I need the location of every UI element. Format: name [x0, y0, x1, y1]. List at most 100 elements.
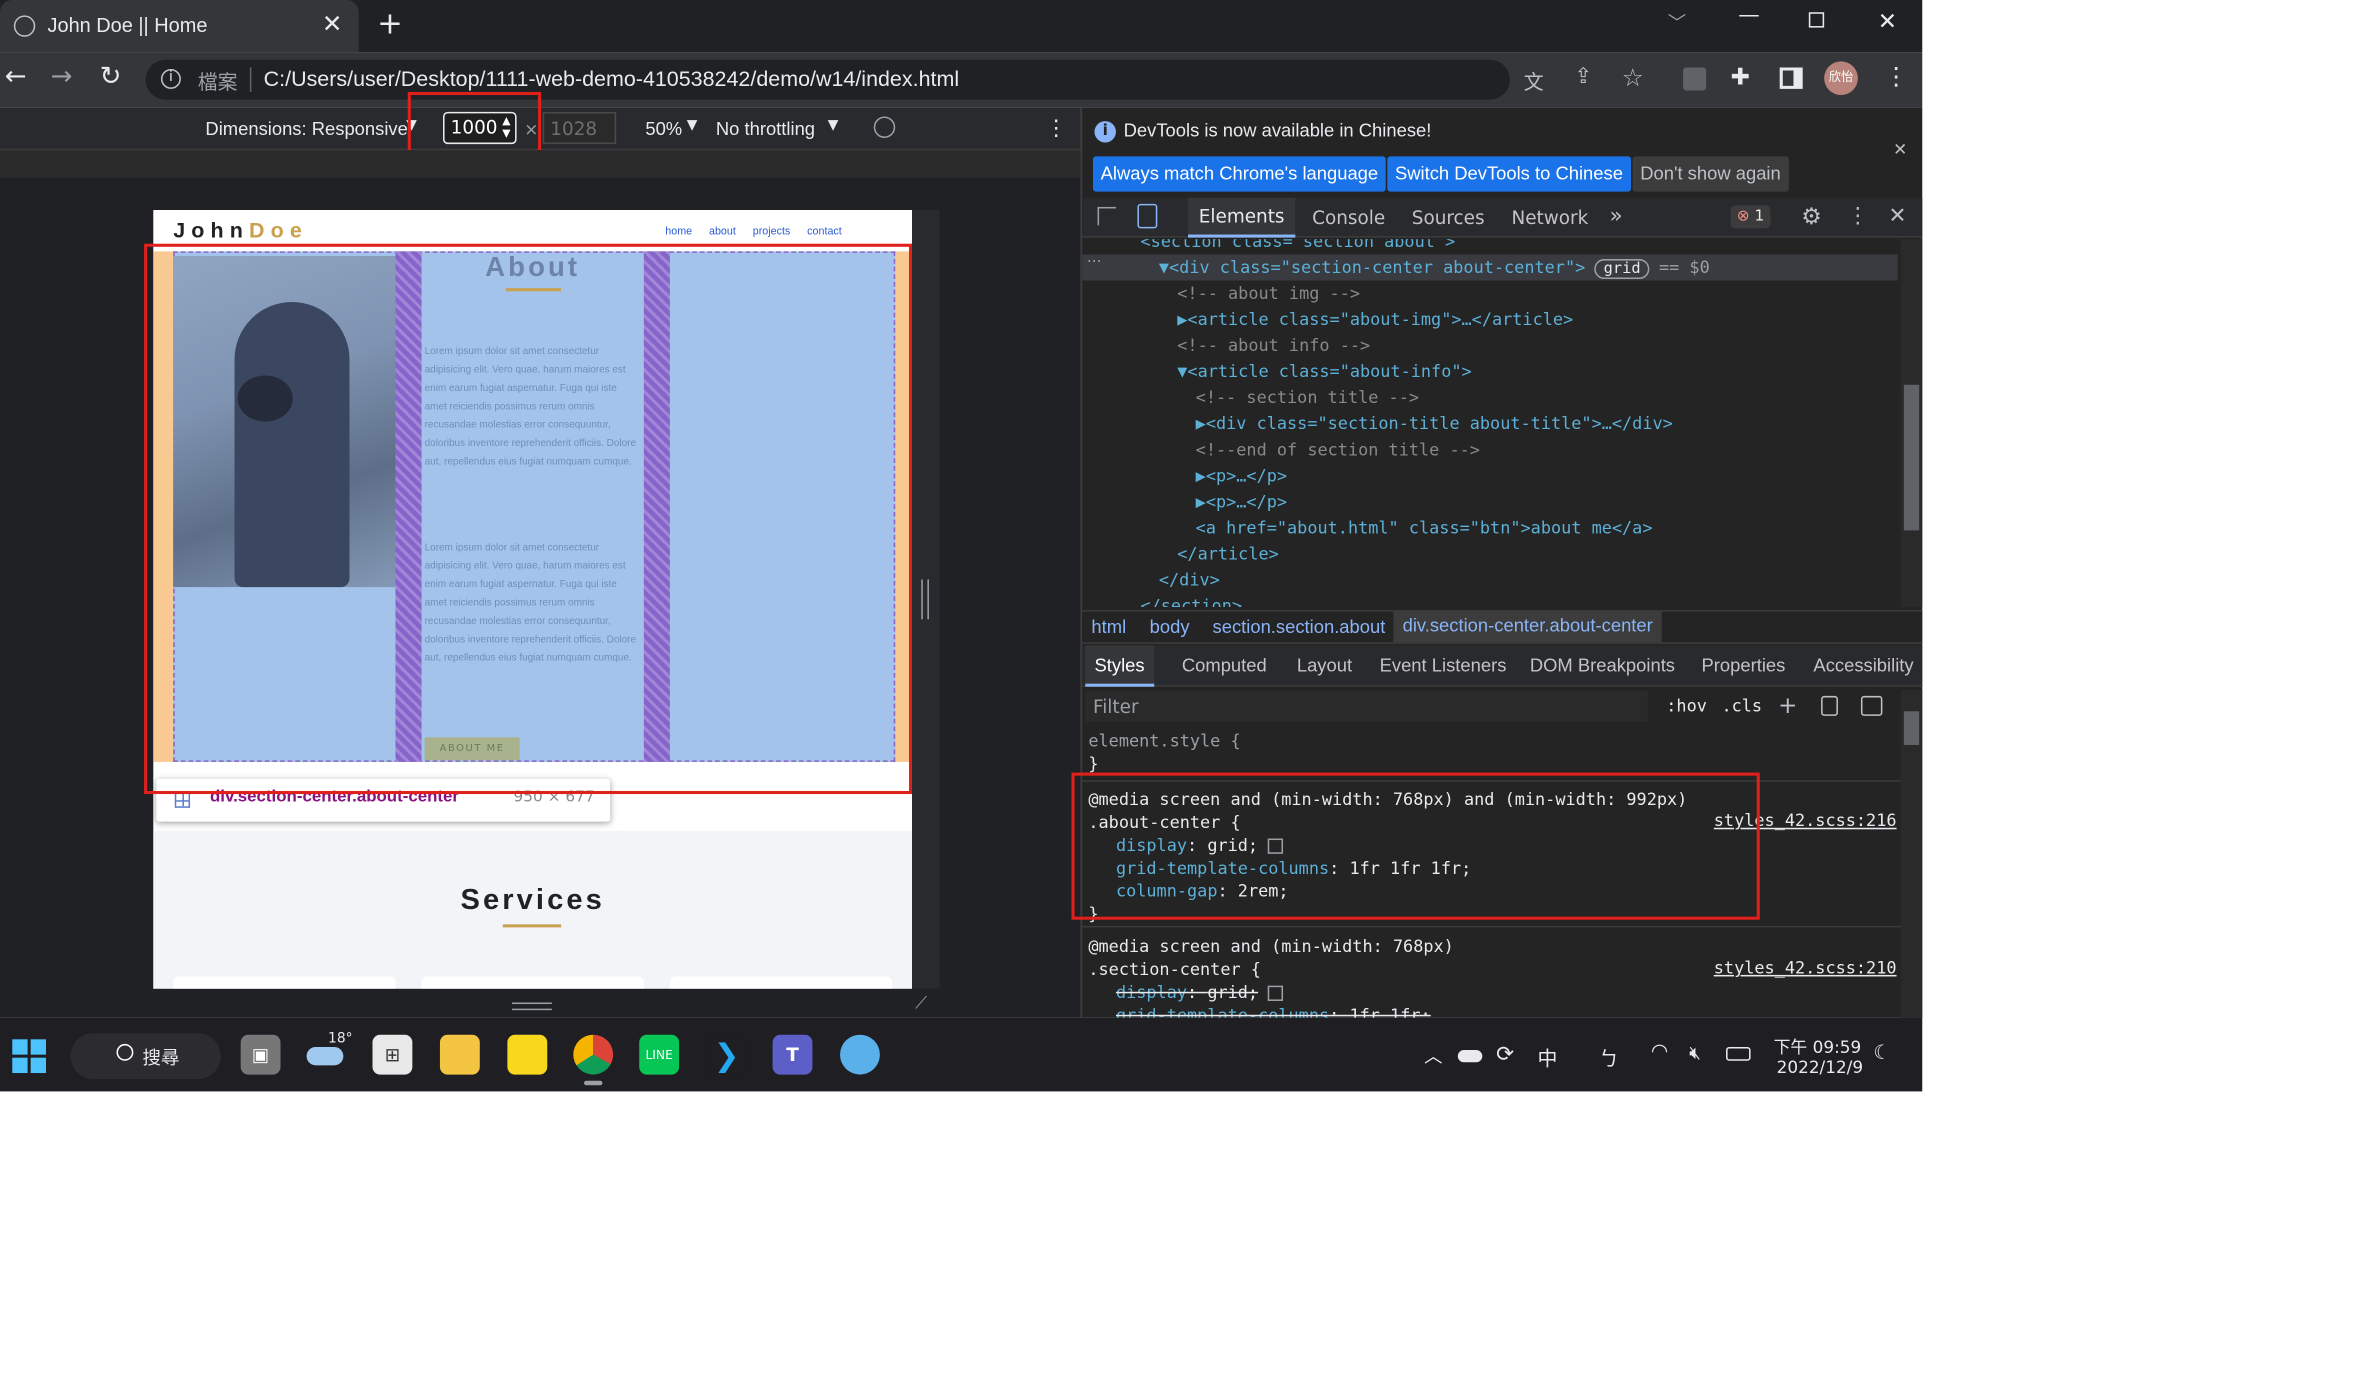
banner-close-icon[interactable]: ✕: [1893, 139, 1907, 159]
clock-date[interactable]: 2022/12/9: [1777, 1058, 1863, 1078]
element-style-selector[interactable]: element.style {: [1088, 730, 1240, 753]
restore-icon[interactable]: [1808, 12, 1825, 28]
dimensions-select[interactable]: Dimensions: Responsive: [205, 118, 407, 139]
ime-mode-icon[interactable]: ㄅ: [1599, 1042, 1619, 1072]
css-declaration[interactable]: display: grid;: [1088, 981, 1897, 1004]
tray-chevron-icon[interactable]: ︿: [1424, 1042, 1442, 1068]
device-toggle-icon[interactable]: [1137, 203, 1158, 229]
puzzle-icon[interactable]: ✚: [1731, 63, 1750, 91]
dom-line[interactable]: ▶<p>…</p>: [1082, 489, 1898, 515]
url-text[interactable]: C:/Users/user/Desktop/1111-web-demo-4105…: [264, 66, 959, 91]
dom-line[interactable]: ▼<article class="about-info">: [1082, 359, 1898, 385]
chrome-icon[interactable]: [573, 1034, 614, 1075]
volume-icon[interactable]: 🔇︎: [1689, 1042, 1701, 1065]
extension-square-icon[interactable]: [1683, 67, 1707, 91]
dom-line[interactable]: ▶<div class="section-title about-title">…: [1082, 411, 1898, 437]
dont-show-button[interactable]: Don't show again: [1632, 156, 1789, 192]
tab-sources[interactable]: Sources: [1412, 207, 1485, 228]
dom-ellipsis[interactable]: ···: [1087, 254, 1102, 271]
error-badge[interactable]: ⊗ 1: [1730, 205, 1771, 229]
more-tabs-icon[interactable]: »: [1610, 204, 1623, 229]
cls-toggle[interactable]: .cls: [1721, 696, 1762, 716]
settings-icon[interactable]: ⚙: [1801, 202, 1822, 230]
dom-line[interactable]: <section class="section about">: [1082, 239, 1898, 254]
css-declaration[interactable]: grid-template-columns: 1fr 1fr;: [1088, 1004, 1897, 1018]
zoom-select[interactable]: 50%: [645, 118, 682, 139]
side-panel-icon[interactable]: [1779, 67, 1803, 89]
crumb-body[interactable]: body: [1150, 616, 1190, 637]
tab-john-doe[interactable]: John Doe || Home ✕: [0, 0, 359, 53]
line-icon[interactable]: LINE: [639, 1034, 680, 1075]
avatar[interactable]: 欣怡: [1824, 61, 1858, 96]
resize-handle-bottom[interactable]: [511, 1002, 552, 1011]
dom-line[interactable]: <!--end of section title -->: [1082, 437, 1898, 463]
dom-line[interactable]: </section>: [1082, 593, 1898, 607]
styles-subtab[interactable]: Properties: [1692, 645, 1794, 686]
dom-line[interactable]: <!-- section title -->: [1082, 385, 1898, 411]
styles-subtab[interactable]: Accessibility: [1804, 645, 1923, 686]
tab-console[interactable]: Console: [1312, 207, 1385, 228]
hov-toggle[interactable]: :hov: [1666, 696, 1707, 716]
dom-line[interactable]: </div>: [1082, 567, 1898, 593]
task-view-icon[interactable]: ▣: [240, 1034, 281, 1075]
inspect-icon[interactable]: [1097, 206, 1116, 226]
sidebar-toggle-icon[interactable]: [1860, 695, 1883, 716]
clock-time[interactable]: 下午 09:59: [1774, 1035, 1862, 1060]
dom-scrollbar[interactable]: [1900, 239, 1923, 608]
teams-icon[interactable]: T: [772, 1034, 813, 1075]
start-button[interactable]: [12, 1039, 46, 1074]
ime-indicator[interactable]: 中: [1537, 1042, 1557, 1072]
sync-icon[interactable]: ⟳: [1496, 1042, 1514, 1067]
paint-icon[interactable]: [1821, 695, 1838, 716]
new-rule-icon[interactable]: +: [1778, 691, 1797, 719]
sticky-notes-icon[interactable]: [507, 1034, 548, 1075]
search-box[interactable]: 搜尋: [70, 1033, 221, 1080]
focus-moon-icon[interactable]: ☾: [1873, 1042, 1891, 1065]
rotate-icon[interactable]: [873, 116, 896, 138]
grid-editor-icon[interactable]: [1267, 985, 1283, 1001]
device-more-icon[interactable]: ⋮: [1045, 117, 1066, 142]
styles-subtab[interactable]: Styles: [1085, 645, 1154, 687]
tab-network[interactable]: Network: [1511, 207, 1588, 228]
onedrive-icon[interactable]: [1457, 1050, 1483, 1063]
devtools-close-icon[interactable]: ✕: [1889, 204, 1907, 229]
always-match-button[interactable]: Always match Chrome's language: [1092, 156, 1386, 192]
battery-icon[interactable]: [1726, 1046, 1751, 1061]
dom-line[interactable]: <a href="about.html" class="btn">about m…: [1082, 515, 1898, 541]
back-icon[interactable]: ←: [5, 61, 27, 92]
store-icon[interactable]: ⊞: [372, 1034, 413, 1075]
new-tab-icon[interactable]: +: [377, 5, 403, 42]
styles-subtab[interactable]: Event Listeners: [1370, 645, 1515, 686]
resize-handle-right[interactable]: [921, 579, 929, 620]
throttling-select[interactable]: No throttling: [716, 118, 815, 139]
weather-widget[interactable]: 18°: [304, 1032, 353, 1075]
styles-scrollbar[interactable]: [1900, 689, 1923, 1018]
resize-corner-icon[interactable]: ⟋: [915, 993, 927, 1014]
minimize-icon[interactable]: —: [1738, 3, 1759, 28]
tab-search-icon[interactable]: ﹀: [1668, 9, 1686, 35]
styles-scroll-thumb[interactable]: [1903, 711, 1920, 745]
nav-home[interactable]: home: [665, 227, 692, 238]
styles-subtab[interactable]: Computed: [1173, 645, 1276, 686]
styles-subtab[interactable]: Layout: [1288, 645, 1362, 686]
dom-scroll-thumb[interactable]: [1903, 384, 1920, 531]
reload-icon[interactable]: ↻: [100, 61, 122, 92]
crumb-html[interactable]: html: [1091, 616, 1126, 637]
rule2-source-link[interactable]: styles_42.scss:210: [1714, 958, 1897, 978]
devtools-more-icon[interactable]: ⋮: [1847, 204, 1868, 229]
dom-line[interactable]: ▶<article class="about-img">…</article>: [1082, 307, 1898, 333]
dom-line[interactable]: <!-- about info -->: [1082, 333, 1898, 359]
nav-contact[interactable]: contact: [807, 227, 842, 238]
dom-line[interactable]: ▼<div class="section-center about-center…: [1082, 254, 1898, 281]
vscode-icon[interactable]: ❯: [706, 1034, 747, 1075]
dom-line[interactable]: ▶<p>…</p>: [1082, 463, 1898, 489]
share-icon[interactable]: ⇪: [1574, 64, 1592, 89]
forward-icon[interactable]: →: [51, 61, 73, 92]
tab-elements[interactable]: Elements: [1187, 197, 1296, 238]
translate-icon[interactable]: 文: [1524, 66, 1544, 95]
nav-about[interactable]: about: [709, 227, 736, 238]
paint-app-icon[interactable]: [840, 1034, 880, 1075]
filter-input[interactable]: Filter: [1085, 691, 1648, 722]
crumb-div[interactable]: div.section-center.about-center: [1393, 611, 1662, 643]
crumb-section[interactable]: section.section.about: [1213, 616, 1386, 637]
